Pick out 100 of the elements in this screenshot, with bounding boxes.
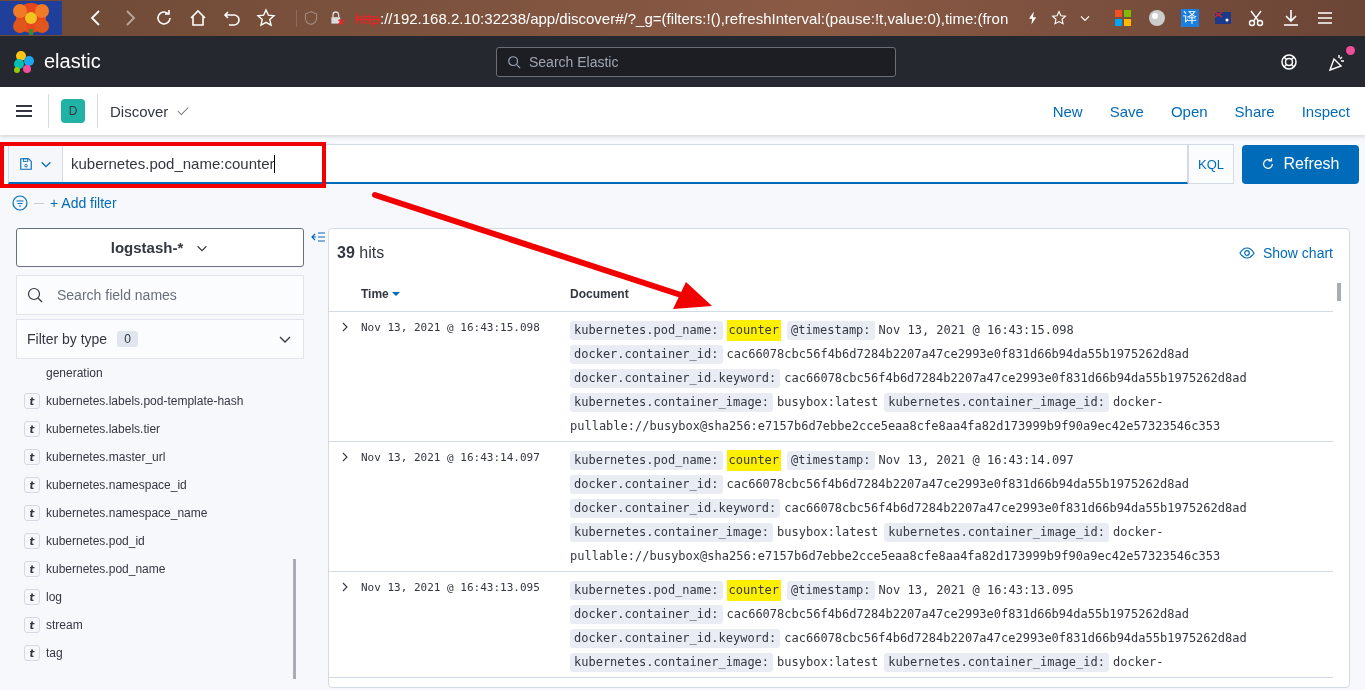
- field-key: kubernetes.container_image:: [570, 392, 774, 412]
- shield-icon: [303, 10, 319, 26]
- index-pattern-selector[interactable]: logstash-*: [16, 228, 304, 267]
- refresh-button[interactable]: Refresh: [1242, 144, 1359, 184]
- field-name[interactable]: log: [46, 587, 62, 604]
- search-icon: [27, 287, 43, 303]
- field-key: kubernetes.container_image:: [570, 522, 774, 542]
- field-value: cac66078cbc56f4b6d7284b2207a47ce2993e0f831d66b94da55b1975262d8ad: [726, 605, 1189, 623]
- field-value: Nov 13, 2021 @ 16:43:15.098: [878, 321, 1074, 339]
- field-value: docker-: [1113, 653, 1164, 671]
- field-name[interactable]: stream: [46, 615, 83, 632]
- insecure-lock-icon: [329, 10, 345, 26]
- timestamp-cell-text: Nov 13, 2021 @ 16:43:14.097: [361, 450, 541, 466]
- field-value: counter: [726, 579, 782, 601]
- field-key: @timestamp:: [787, 320, 875, 340]
- expand-icon[interactable]: [340, 582, 350, 592]
- address-bar-url[interactable]: http://192.168.2.10:32238/app/discover#/?_g=(filters:!(),refreshInterval:(pause:!t,value:0),time:(fron: [355, 9, 1015, 27]
- field-key: kubernetes.pod_name:: [570, 580, 723, 600]
- column-header[interactable]: Time: [361, 287, 570, 301]
- nav-link[interactable]: New: [1052, 102, 1083, 120]
- field-value: busybox:latest: [777, 523, 879, 541]
- field-key: @timestamp:: [787, 580, 875, 600]
- count-badge: 0: [117, 331, 138, 347]
- field-value: counter: [726, 319, 782, 341]
- field-key: docker.container_id:: [570, 604, 723, 624]
- field-name[interactable]: kubernetes.namespace_id: [46, 475, 187, 492]
- field-value: busybox:latest: [777, 393, 879, 411]
- sort-down-icon: [391, 290, 400, 298]
- field-name[interactable]: kubernetes.namespace_name: [46, 503, 208, 520]
- star-icon[interactable]: [256, 8, 276, 28]
- check-icon: [176, 104, 191, 118]
- home-icon[interactable]: [188, 8, 208, 28]
- expand-icon[interactable]: [340, 322, 350, 332]
- field-name[interactable]: kubernetes.master_url: [46, 447, 166, 464]
- add-filter-link[interactable]: + Add filter: [50, 195, 117, 211]
- eye-icon: [1238, 245, 1255, 261]
- field-value: Nov 13, 2021 @ 16:43:13.095: [878, 581, 1074, 599]
- breadcrumb[interactable]: Discover: [110, 102, 169, 120]
- nav-link[interactable]: Open: [1170, 102, 1208, 120]
- field-value: docker-: [1113, 393, 1164, 411]
- field-type-badge: t: [24, 533, 40, 549]
- filter-by-type-button[interactable]: Filter by type 0: [16, 319, 304, 359]
- space-avatar[interactable]: D: [61, 99, 85, 123]
- field-key: kubernetes.container_image_id:: [884, 652, 1109, 672]
- field-key: kubernetes.pod_name:: [570, 320, 723, 340]
- undo-icon[interactable]: [222, 8, 242, 28]
- nav-link[interactable]: Share: [1234, 102, 1275, 120]
- field-name[interactable]: kubernetes.labels.pod-template-hash: [46, 391, 244, 408]
- field-key: kubernetes.container_image_id:: [884, 392, 1109, 412]
- field-name[interactable]: tag: [46, 643, 63, 660]
- expand-icon[interactable]: [340, 452, 350, 462]
- reload-icon[interactable]: [154, 8, 174, 28]
- translate-icon[interactable]: 译: [1181, 9, 1199, 27]
- field-value: cac66078cbc56f4b6d7284b2207a47ce2993e0f831d66b94da55b1975262d8ad: [726, 345, 1189, 363]
- field-search-input[interactable]: Search field names: [16, 275, 304, 315]
- field-value: cac66078cbc56f4b6d7284b2207a47ce2993e0f831d66b94da55b1975262d8ad: [784, 499, 1247, 517]
- field-type-badge: t: [24, 393, 40, 409]
- logo-icon: [12, 49, 36, 74]
- field-key: docker.container_id.keyword:: [570, 628, 781, 648]
- scrollbar[interactable]: [1337, 283, 1341, 301]
- field-value: cac66078cbc56f4b6d7284b2207a47ce2993e0f831d66b94da55b1975262d8ad: [784, 629, 1247, 647]
- field-name[interactable]: kubernetes.pod_id: [46, 531, 145, 548]
- help-icon[interactable]: [1279, 51, 1299, 72]
- field-type-badge: t: [24, 561, 40, 577]
- field-type-badge: t: [24, 449, 40, 465]
- field-key: docker.container_id.keyword:: [570, 368, 781, 388]
- field-value: busybox:latest: [777, 653, 879, 671]
- nav-link[interactable]: Save: [1109, 102, 1144, 120]
- column-header: Document: [570, 287, 630, 301]
- field-type-badge: t: [24, 505, 40, 521]
- field-key: kubernetes.container_image:: [570, 652, 774, 672]
- field-key: kubernetes.pod_name:: [570, 450, 723, 470]
- windows-grid-icon[interactable]: [1113, 8, 1133, 28]
- nav-link[interactable]: Inspect: [1301, 102, 1350, 120]
- field-value: cac66078cbc56f4b6d7284b2207a47ce2993e0f831d66b94da55b1975262d8ad: [784, 369, 1247, 387]
- globe-icon[interactable]: [1147, 8, 1167, 28]
- field-key: kubernetes.container_image_id:: [884, 522, 1109, 542]
- filter-icon[interactable]: [12, 195, 28, 211]
- search-icon: [507, 54, 521, 69]
- field-type-badge: t: [24, 589, 40, 605]
- field-value: pullable://busybox@sha256:e7157b6d7ebbe2cce5eaa8cfe8aa4fa82d173999b9f90a9ec42e57323546c353: [570, 547, 1221, 565]
- logo-text: elastic: [44, 50, 101, 73]
- field-value: docker-: [1113, 523, 1164, 541]
- scrollbar[interactable]: [293, 559, 296, 679]
- field-name[interactable]: generation: [46, 363, 103, 380]
- field-name[interactable]: kubernetes.pod_name: [46, 559, 166, 576]
- field-key: docker.container_id:: [570, 474, 723, 494]
- field-key: @timestamp:: [787, 450, 875, 470]
- field-key: docker.container_id.keyword:: [570, 498, 781, 518]
- timestamp-cell-text: Nov 13, 2021 @ 16:43:13.095: [361, 580, 541, 596]
- query-language-button[interactable]: KQL: [1188, 144, 1234, 184]
- star-icon[interactable]: [1051, 10, 1067, 26]
- field-type-badge: t: [24, 617, 40, 633]
- show-chart-link[interactable]: Show chart: [1238, 245, 1333, 261]
- field-value: Nov 13, 2021 @ 16:43:14.097: [878, 451, 1074, 469]
- field-value: pullable://busybox@sha256:e7157b6d7ebbe2cce5eaa8cfe8aa4fa82d173999b9f90a9ec42e57323546c353: [570, 417, 1221, 435]
- field-type-badge: t: [24, 645, 40, 661]
- search-field[interactable]: Search Elastic: [496, 46, 896, 77]
- download-icon[interactable]: [1281, 8, 1301, 28]
- field-name[interactable]: kubernetes.labels.tier: [46, 419, 161, 436]
